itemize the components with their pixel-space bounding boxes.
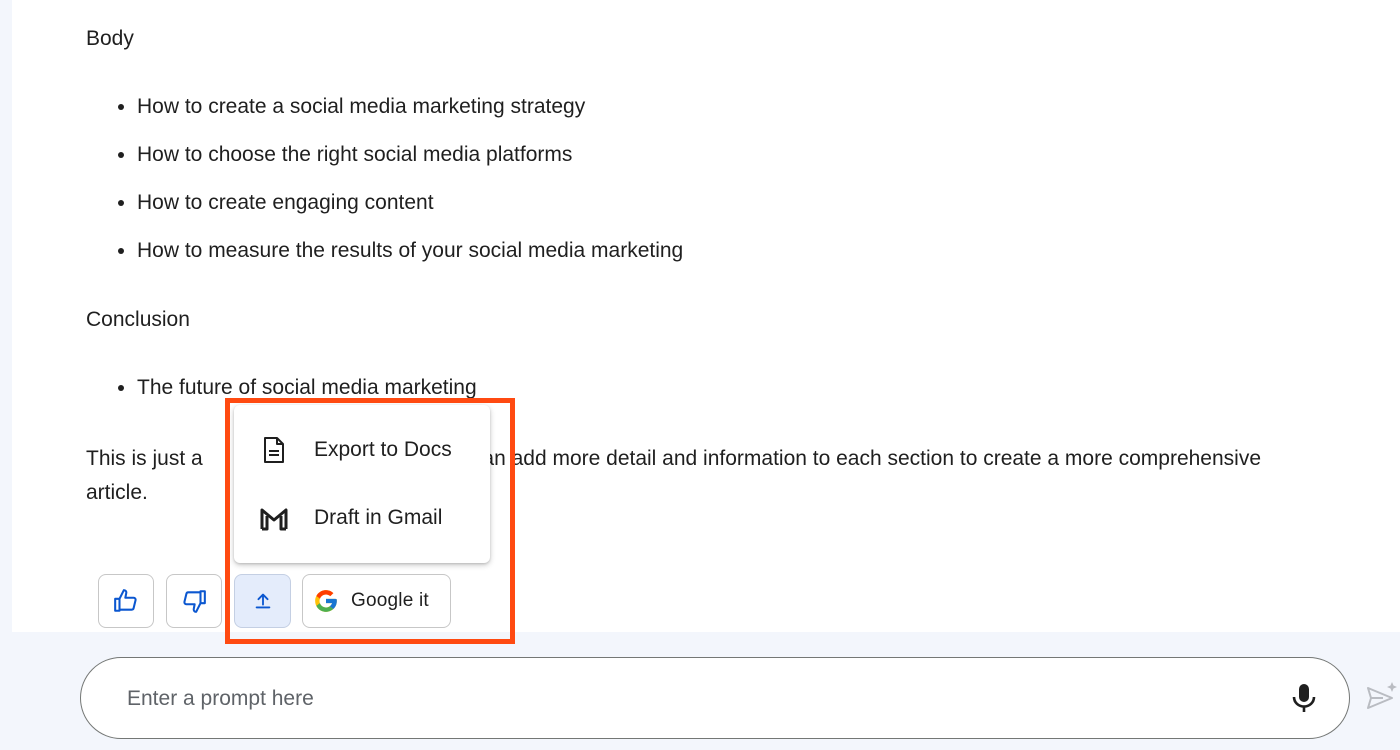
list-item: How to measure the results of your socia… xyxy=(137,238,683,264)
gmail-icon xyxy=(260,508,288,531)
summary-end: ou can add more detail and information t… xyxy=(442,447,1262,470)
summary-line2: article. xyxy=(86,481,148,504)
list-item: How to create a social media marketing s… xyxy=(137,94,683,120)
conclusion-heading: Conclusion xyxy=(86,308,190,331)
body-heading: Body xyxy=(86,27,134,50)
menu-item-label: Draft in Gmail xyxy=(314,506,443,529)
google-it-button[interactable]: Google it xyxy=(302,574,451,628)
export-menu: Export to Docs Draft in Gmail xyxy=(234,405,490,563)
thumbs-down-icon xyxy=(183,590,206,613)
thumbs-up-icon xyxy=(114,589,137,612)
prompt-bar xyxy=(80,657,1350,739)
thumbs-down-button[interactable] xyxy=(166,574,222,628)
menu-item-draft-in-gmail[interactable]: Draft in Gmail xyxy=(234,490,490,546)
google-it-label: Google it xyxy=(351,590,429,611)
docs-icon xyxy=(264,437,284,463)
list-item: How to create engaging content xyxy=(137,190,683,216)
microphone-icon[interactable] xyxy=(1289,682,1319,714)
share-export-button[interactable] xyxy=(234,574,291,628)
summary-start: This is just a xyxy=(86,447,203,470)
upload-icon xyxy=(255,593,270,609)
prompt-input[interactable] xyxy=(125,678,1249,720)
list-item: How to choose the right social media pla… xyxy=(137,142,683,168)
bard-page: Body How to create a social media market… xyxy=(0,0,1400,750)
send-icon[interactable] xyxy=(1364,680,1400,716)
thumbs-up-button[interactable] xyxy=(98,574,154,628)
menu-item-label: Export to Docs xyxy=(314,438,452,461)
body-list: How to create a social media marketing s… xyxy=(86,94,683,286)
list-item: The future of social media marketing xyxy=(137,375,477,401)
menu-item-export-to-docs[interactable]: Export to Docs xyxy=(234,422,490,478)
google-g-icon xyxy=(315,590,337,612)
